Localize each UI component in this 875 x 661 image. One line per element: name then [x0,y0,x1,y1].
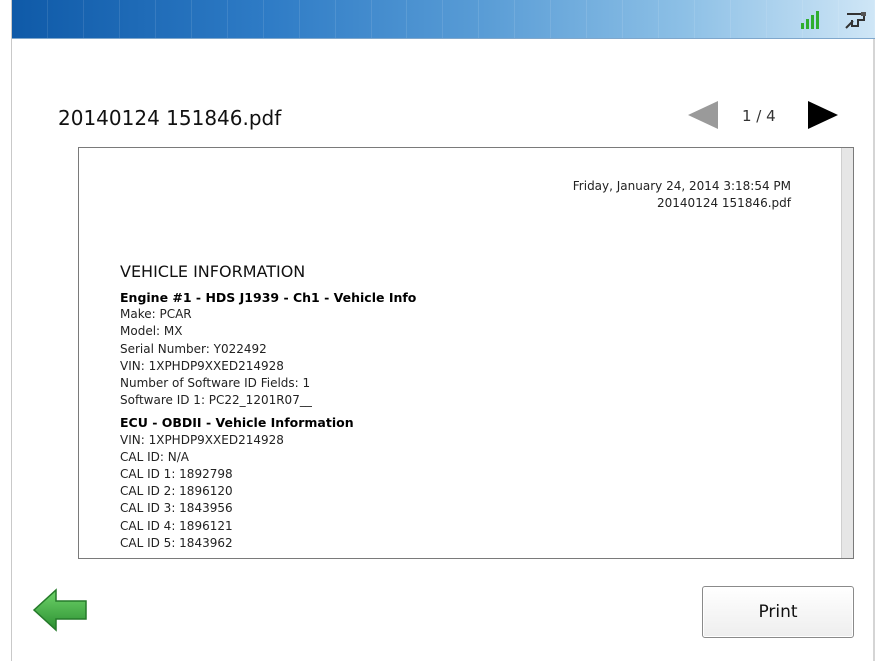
section-line: VIN: 1XPHDP9XXED214928 [120,358,284,373]
section-line: CAL ID 2: 1896120 [120,484,233,499]
section-line: Software ID 1: PC22_1201R07__ [120,393,312,408]
vertical-scrollbar[interactable] [841,148,853,558]
document-heading: VEHICLE INFORMATION [120,262,306,281]
section-line: Number of Software ID Fields: 1 [120,376,311,391]
status-bar [12,0,875,39]
next-page-arrow-icon[interactable] [806,100,840,130]
cable-connection-icon [845,12,866,29]
section-line: CAL ID 5: 1843962 [120,535,233,550]
section-line: Make: PCAR [120,307,192,322]
file-title: 20140124 151846.pdf [58,106,282,130]
section-line: CAL ID 3: 1843956 [120,501,233,516]
section-title: Engine #1 - HDS J1939 - Ch1 - Vehicle In… [120,290,417,305]
signal-strength-icon [801,11,819,29]
document-date: Friday, January 24, 2014 3:18:54 PM [572,179,791,193]
pdf-viewer[interactable]: Friday, January 24, 2014 3:18:54 PM 2014… [78,147,854,559]
engine-section: Engine #1 - HDS J1939 - Ch1 - Vehicle In… [120,289,800,409]
print-button[interactable]: Print [702,586,854,638]
section-title: ECU - OBDII - Vehicle Information [120,415,354,431]
status-bar-segments [12,0,875,38]
section-line: CAL ID 1: 1892798 [120,467,233,482]
document-filename: 20140124 151846.pdf [657,196,791,210]
back-arrow-icon[interactable] [32,588,88,632]
section-line: CAL ID: N/A [120,449,189,464]
previous-page-arrow-icon[interactable] [686,100,720,130]
section-line: CAL ID 4: 1896121 [120,518,233,533]
document-body: VEHICLE INFORMATION Engine #1 - HDS J193… [120,261,800,557]
document-header: Friday, January 24, 2014 3:18:54 PM 2014… [573,178,791,212]
page-indicator: 1 / 4 [742,107,776,125]
section-line: Serial Number: Y022492 [120,341,267,356]
section-line: Model: MX [120,324,183,339]
left-edge [0,0,12,661]
section-line: VIN: 1XPHDP9XXED214928 [120,432,284,447]
ecu-section: ECU - OBDII - Vehicle Information VIN: 1… [120,414,800,552]
